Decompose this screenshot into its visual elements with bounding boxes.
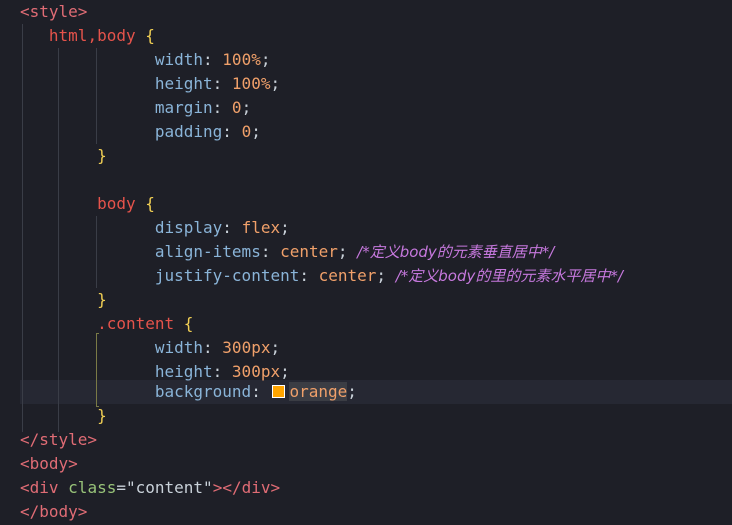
code-token: <body> [20,454,78,473]
code-token: } [97,146,107,165]
code-token: margin [154,98,213,117]
code-token: </style> [20,430,98,449]
code-line: width: 300px; [154,338,281,357]
code-line: html,body { [20,24,155,48]
code-line: </body> [20,500,87,524]
code-token: { [145,26,155,45]
code-token: class [68,478,117,497]
code-token: padding [154,122,223,141]
code-editor[interactable]: <style> html,body { width: 100%; height:… [0,0,732,525]
code-token: width [154,50,204,69]
code-line: width: 100%; [154,50,271,69]
code-token: 0 [241,122,252,141]
code-line: <body> [20,452,78,476]
code-line: <div class="content"></div> [20,478,281,497]
code-line: margin: 0; [154,98,252,117]
code-token: 100% [222,50,261,69]
code-comment: /*定义body的里的元素水平居中*/ [395,267,623,285]
code-line: display: flex; [154,218,290,237]
code-token: } [97,406,107,425]
code-line: padding: 0; [154,122,261,141]
code-line: } [20,288,107,312]
code-token: center [280,242,338,261]
code-token: "content" [125,478,213,497]
code-token: html,body [48,26,136,45]
code-line: height: 100%; [154,74,281,93]
code-token: justify-content [154,266,300,285]
code-token: <div [20,478,59,497]
code-token: background [154,382,252,401]
code-comment: /*定义body的元素垂直居中*/ [357,243,555,261]
code-token: height [154,362,213,381]
code-line: body { [20,192,155,216]
code-line: <style> [20,0,87,24]
code-token: .content [97,314,175,333]
code-token: width [154,338,204,357]
color-swatch[interactable] [272,385,286,398]
code-token: ></div> [212,478,281,497]
code-token: body [97,194,136,213]
code-token: { [183,314,194,333]
code-line: align-items: center; /*定义body的元素垂直居中*/ [154,242,555,261]
code-token: 300px [231,362,281,381]
code-token: orange [289,382,348,401]
code-token: 100% [231,74,271,93]
code-line: background: orange; [154,382,357,401]
code-token: center [318,266,377,285]
code-token: { [145,194,155,213]
code-line: </style> [20,428,97,452]
code-line: .content { [20,312,193,336]
code-line: justify-content: center; /*定义body的里的元素水平… [154,266,623,285]
code-line: } [20,404,107,428]
code-token: <style> [20,2,88,21]
code-token: </body> [20,502,88,521]
code-token: flex [241,218,281,237]
code-line: } [20,144,107,168]
code-token: 0 [231,98,242,117]
code-token: display [154,218,223,237]
code-token: height [154,74,213,93]
code-token: } [97,290,107,309]
code-token: 300px [222,338,271,357]
code-token: align-items [154,242,261,261]
